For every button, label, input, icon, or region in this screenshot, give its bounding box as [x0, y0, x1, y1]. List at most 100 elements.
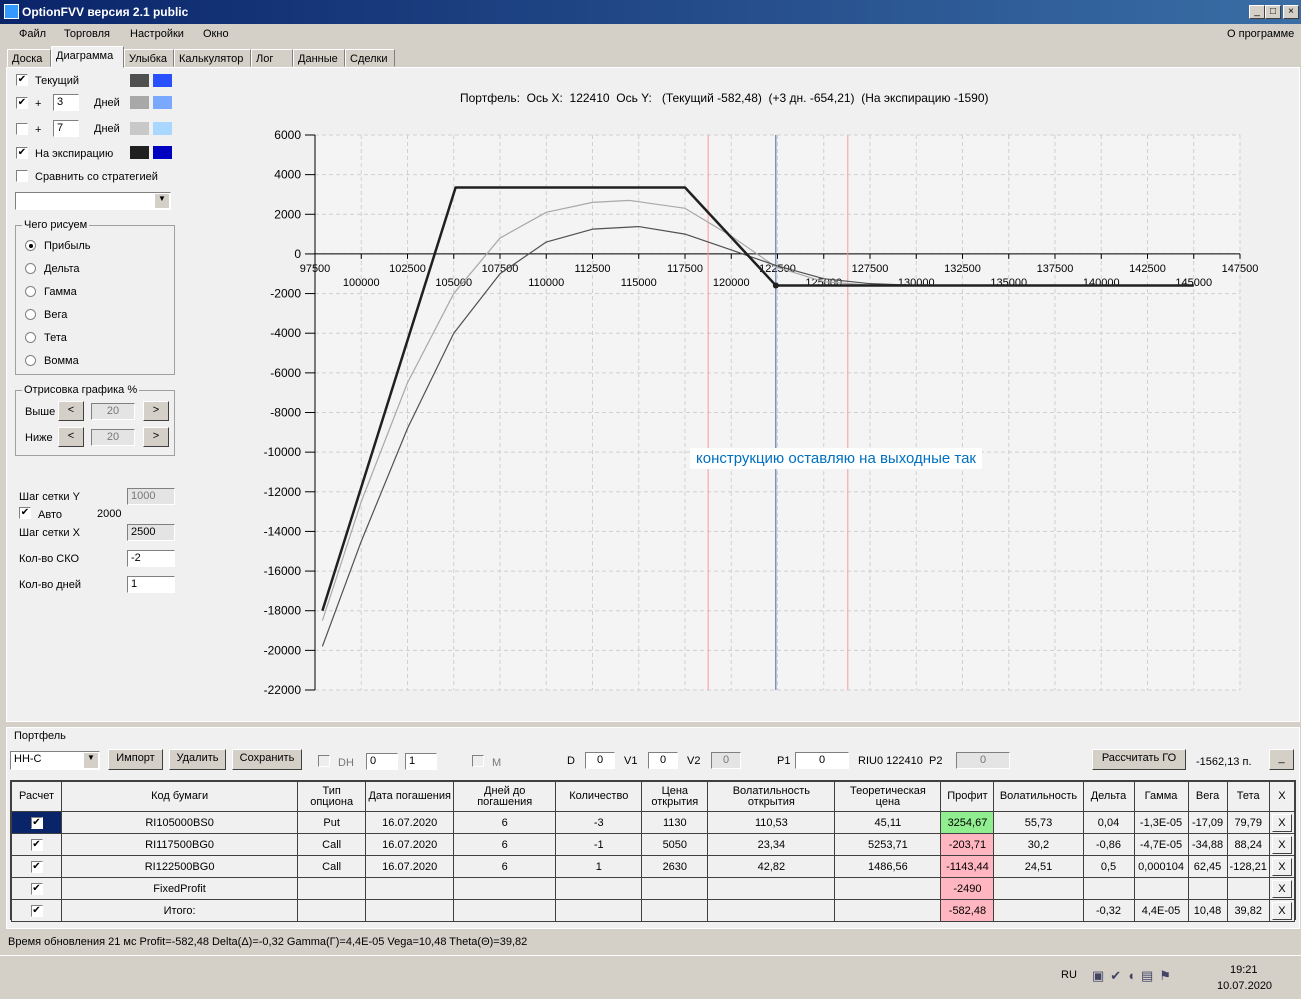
table-row[interactable]: ✔ RI117500BG0 Call 16.07.2020 6 -1 5050 23,34 52…: [10, 833, 1296, 856]
above-input[interactable]: 20: [91, 403, 135, 420]
draw-radio[interactable]: [25, 286, 36, 297]
v1-input[interactable]: 0: [648, 752, 678, 769]
chevron-down-icon[interactable]: ▼: [155, 194, 169, 208]
sko-input[interactable]: -2: [127, 550, 175, 567]
d-input[interactable]: 0: [585, 752, 615, 769]
auto-checkbox[interactable]: ✔: [19, 507, 31, 519]
spin1-input[interactable]: 0: [366, 753, 398, 770]
payoff-chart[interactable]: 6000 4000 2000 0 -2000 -4000 -6000 -8000 -10000 -…: [180, 110, 1290, 710]
calc-checkbox[interactable]: ✔: [30, 904, 43, 917]
remove-row-button[interactable]: X: [1271, 857, 1292, 876]
column-header[interactable]: Цена открытия: [641, 781, 709, 812]
tab-trades[interactable]: Сделки: [345, 49, 395, 67]
ndays-input[interactable]: 1: [127, 576, 175, 593]
calc-checkbox[interactable]: ✔: [30, 882, 43, 895]
p2-input[interactable]: 0: [956, 752, 1010, 769]
language-indicator[interactable]: RU: [1061, 969, 1077, 981]
current-color-swatch[interactable]: [130, 74, 149, 87]
plus7-color-swatch[interactable]: [153, 122, 172, 135]
column-header[interactable]: Волатильность открытия: [707, 781, 836, 812]
import-button[interactable]: Импорт: [108, 749, 163, 770]
menu-window[interactable]: Окно: [203, 28, 229, 40]
calc-cell[interactable]: ✔: [10, 833, 63, 856]
remove-row-button[interactable]: X: [1271, 813, 1292, 832]
draw-radio[interactable]: [25, 309, 36, 320]
tab-smile[interactable]: Улыбка: [124, 49, 174, 67]
strategy-select[interactable]: ▼: [15, 192, 171, 210]
table-row[interactable]: ✔ RI105000BS0 Put 16.07.2020 6 -3 1130 110,53 45…: [10, 811, 1296, 834]
remove-row-button[interactable]: X: [1271, 835, 1292, 854]
calc-checkbox[interactable]: ✔: [30, 838, 43, 851]
remove-row-button[interactable]: X: [1271, 879, 1292, 898]
calc-cell[interactable]: ✔: [10, 899, 63, 922]
below-decrease-button[interactable]: <: [58, 427, 84, 447]
tray-icons[interactable]: ▣✔◖▤⚑: [1092, 968, 1177, 984]
table-row[interactable]: ✔ Итого: -582,48 -0,32 4,4E-05 10,48 39,82 X: [10, 899, 1296, 922]
column-header[interactable]: Количество: [555, 781, 643, 812]
column-header[interactable]: Дата погашения: [365, 781, 455, 812]
column-header[interactable]: Тип опциона: [297, 781, 367, 812]
column-header[interactable]: Гамма: [1133, 781, 1189, 812]
calc-cell[interactable]: ✔: [10, 877, 63, 900]
expiration-color-swatch[interactable]: [130, 146, 149, 159]
compare-checkbox[interactable]: [16, 170, 28, 182]
column-header[interactable]: Профит: [940, 781, 995, 812]
plus7-checkbox[interactable]: [16, 123, 28, 135]
column-header[interactable]: Расчет: [10, 781, 63, 812]
remove-row-button[interactable]: X: [1271, 901, 1292, 920]
portfolio-select[interactable]: НН-С ▼: [10, 751, 100, 770]
spin2-input[interactable]: 1: [405, 753, 437, 770]
menu-settings[interactable]: Настройки: [130, 28, 184, 40]
menu-trading[interactable]: Торговля: [64, 28, 110, 40]
collapse-button[interactable]: _: [1269, 749, 1294, 770]
column-header[interactable]: Код бумаги: [61, 781, 299, 812]
p1-input[interactable]: 0: [795, 752, 849, 769]
menu-file[interactable]: Файл: [19, 28, 46, 40]
grid-y-input[interactable]: 1000: [127, 488, 175, 505]
column-header[interactable]: Тета: [1226, 781, 1270, 812]
calc-checkbox[interactable]: ✔: [30, 816, 43, 829]
tab-board[interactable]: Доска: [7, 49, 51, 67]
plus3-days-input[interactable]: 3: [53, 94, 79, 111]
menu-about[interactable]: О программе: [1227, 28, 1294, 40]
plus7-color-swatch[interactable]: [130, 122, 149, 135]
draw-radio[interactable]: [25, 355, 36, 366]
calc-checkbox[interactable]: ✔: [30, 860, 43, 873]
maximize-button[interactable]: □: [1265, 5, 1281, 19]
close-button[interactable]: ×: [1283, 5, 1299, 19]
plus7-days-input[interactable]: 7: [53, 120, 79, 137]
m-checkbox[interactable]: [472, 755, 484, 767]
table-row[interactable]: ✔ FixedProfit -2490 X: [10, 877, 1296, 900]
v2-input[interactable]: 0: [711, 752, 741, 769]
chevron-down-icon[interactable]: ▼: [84, 753, 98, 768]
draw-radio[interactable]: [25, 263, 36, 274]
below-increase-button[interactable]: >: [143, 427, 169, 447]
calc-cell[interactable]: ✔: [10, 855, 63, 878]
tab-data[interactable]: Данные: [293, 49, 345, 67]
tab-calculator[interactable]: Калькулятор: [174, 49, 251, 67]
current-color-swatch[interactable]: [153, 74, 172, 87]
plus3-color-swatch[interactable]: [153, 96, 172, 109]
column-header[interactable]: Дельта: [1082, 781, 1135, 812]
draw-radio[interactable]: [25, 240, 36, 251]
delete-button[interactable]: Удалить: [169, 749, 226, 770]
column-header[interactable]: Дней до погашения: [453, 781, 557, 812]
expiration-color-swatch[interactable]: [153, 146, 172, 159]
grid-x-input[interactable]: 2500: [127, 524, 175, 541]
calc-cell[interactable]: ✔: [10, 811, 63, 834]
column-header[interactable]: X: [1268, 781, 1296, 812]
plus3-checkbox[interactable]: ✔: [16, 97, 28, 109]
tab-log[interactable]: Лог: [251, 49, 293, 67]
minimize-button[interactable]: _: [1249, 5, 1265, 19]
column-header[interactable]: Теоретическая цена: [834, 781, 942, 812]
calc-go-button[interactable]: Рассчитать ГО: [1092, 749, 1186, 770]
draw-radio[interactable]: [25, 332, 36, 343]
plus3-color-swatch[interactable]: [130, 96, 149, 109]
below-input[interactable]: 20: [91, 429, 135, 446]
above-decrease-button[interactable]: <: [58, 401, 84, 421]
current-checkbox[interactable]: ✔: [16, 74, 28, 86]
above-increase-button[interactable]: >: [143, 401, 169, 421]
table-row[interactable]: ✔ RI122500BG0 Call 16.07.2020 6 1 2630 42,82 148…: [10, 855, 1296, 878]
column-header[interactable]: Вега: [1187, 781, 1228, 812]
dh-checkbox[interactable]: [318, 755, 330, 767]
